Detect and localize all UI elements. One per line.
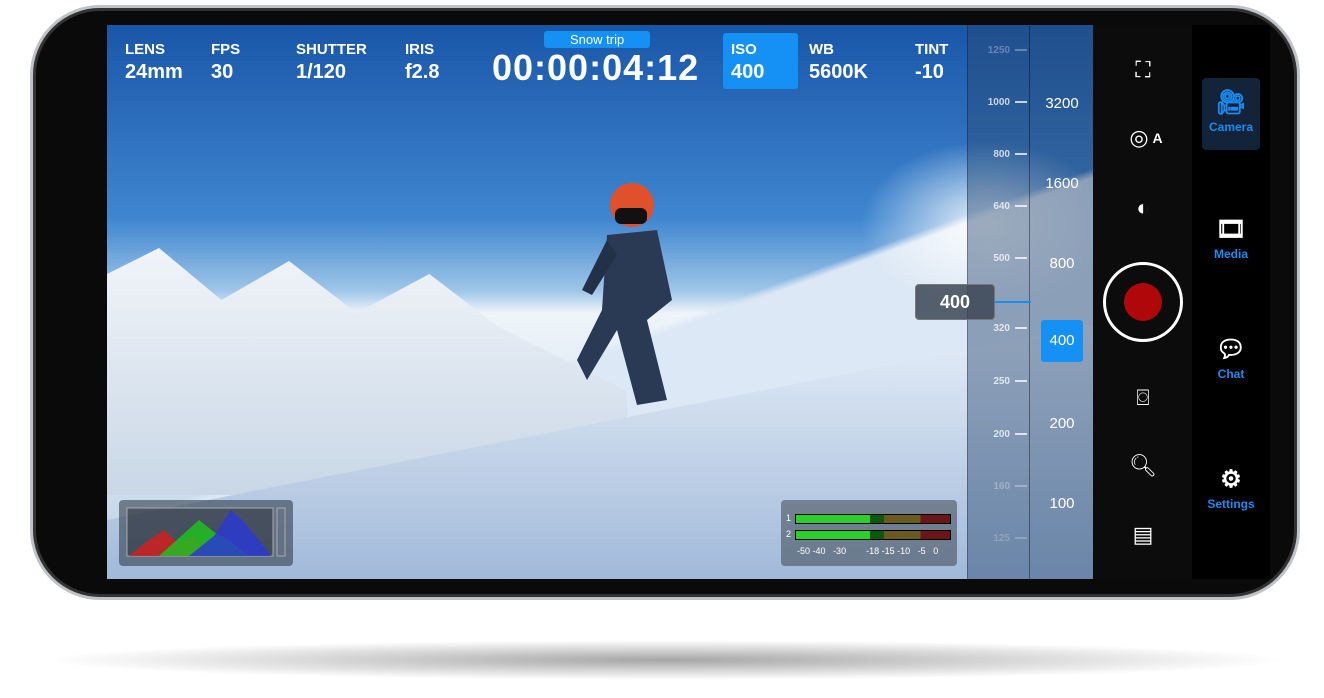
wb-readout[interactable]: WB 5600K (809, 41, 868, 84)
fine-tick: 800 (967, 149, 1027, 160)
audio-bar-1 (795, 514, 951, 524)
chat-icon: 💬︎ (1215, 336, 1247, 363)
sidebar-item-camera[interactable]: 🎥︎ Camera (1202, 78, 1260, 150)
iso-option[interactable]: 1600 (1031, 175, 1093, 192)
histogram-graph (126, 507, 286, 557)
camera-controls: ⛶ ◎ A ◐ ⌼ 🔍︎ ▤ (1093, 25, 1192, 579)
histogram[interactable] (119, 500, 293, 566)
audio-meters[interactable]: 1 2 -50 -40 -30 -18 -15 -10 -5 0 (781, 500, 957, 566)
fine-tick: 160 (967, 481, 1027, 492)
iris-readout[interactable]: IRIS f2.8 (405, 41, 439, 84)
sidebar-item-settings[interactable]: ⚙︎ Settings (1202, 455, 1260, 527)
iso-readout[interactable]: ISO 400 (731, 41, 764, 84)
fine-tick: 640 (967, 201, 1027, 212)
camera-viewfinder[interactable]: LENS 24mm FPS 30 SHUTTER 1/120 IRIS f2.8 Sno… (107, 25, 1093, 579)
sidebar: 🎥︎ Camera 🎞︎ Media 💬︎ Chat ⚙︎ Settings (1192, 25, 1270, 579)
audio-bar-2 (795, 530, 951, 540)
iso-option[interactable]: 100 (1031, 495, 1093, 512)
channel-label: 1 (786, 513, 792, 523)
fine-tick: 250 (967, 376, 1027, 387)
timecode: 00:00:04:12 (492, 47, 700, 88)
record-button[interactable] (1103, 262, 1183, 342)
tint-readout[interactable]: TINT -10 (915, 41, 948, 84)
fine-tick: 320 (967, 323, 1027, 334)
iso-option-selected[interactable]: 400 (1041, 320, 1083, 362)
zoom-in-icon[interactable]: 🔍︎ (1123, 448, 1163, 484)
iso-current-label: 400 (915, 284, 995, 320)
project-name[interactable]: Snow trip (544, 31, 651, 48)
iso-option[interactable]: 800 (1031, 255, 1093, 272)
fine-tick: 1000 (967, 97, 1027, 108)
camera-icon: 🎥︎ (1215, 89, 1247, 116)
auto-focus-icon[interactable]: ◎ A (1121, 120, 1171, 156)
channel-label: 2 (786, 529, 792, 539)
iso-option[interactable]: 200 (1031, 415, 1093, 432)
fps-readout[interactable]: FPS 30 (211, 41, 240, 84)
record-icon (1124, 283, 1162, 321)
fine-tick: 500 (967, 253, 1027, 264)
film-icon: 🎞︎ (1215, 216, 1247, 243)
sidebar-item-chat[interactable]: 💬︎ Chat (1202, 325, 1260, 397)
meter-scale: -50 -40 -30 -18 -15 -10 -5 0 (797, 546, 939, 556)
sidebar-item-media[interactable]: 🎞︎ Media (1202, 205, 1260, 277)
phone-shadow (40, 640, 1290, 680)
iso-pointer (995, 301, 1031, 303)
gear-icon: ⚙︎ (1220, 466, 1242, 493)
skier-figure (577, 183, 672, 405)
frame-guides-icon[interactable]: ⛶ (1123, 52, 1163, 88)
shutter-readout[interactable]: SHUTTER 1/120 (296, 41, 367, 84)
stabilization-icon[interactable]: ⌼ (1123, 380, 1163, 416)
lens-readout[interactable]: LENS 24mm (125, 41, 183, 84)
fine-tick: 1250 (967, 45, 1027, 56)
exposure-compensation-icon[interactable]: ◐ (1123, 190, 1163, 226)
slate-icon[interactable]: ▤ (1123, 517, 1163, 553)
fine-tick: 200 (967, 429, 1027, 440)
fine-tick: 125 (967, 533, 1027, 544)
iso-option[interactable]: 3200 (1031, 95, 1093, 112)
